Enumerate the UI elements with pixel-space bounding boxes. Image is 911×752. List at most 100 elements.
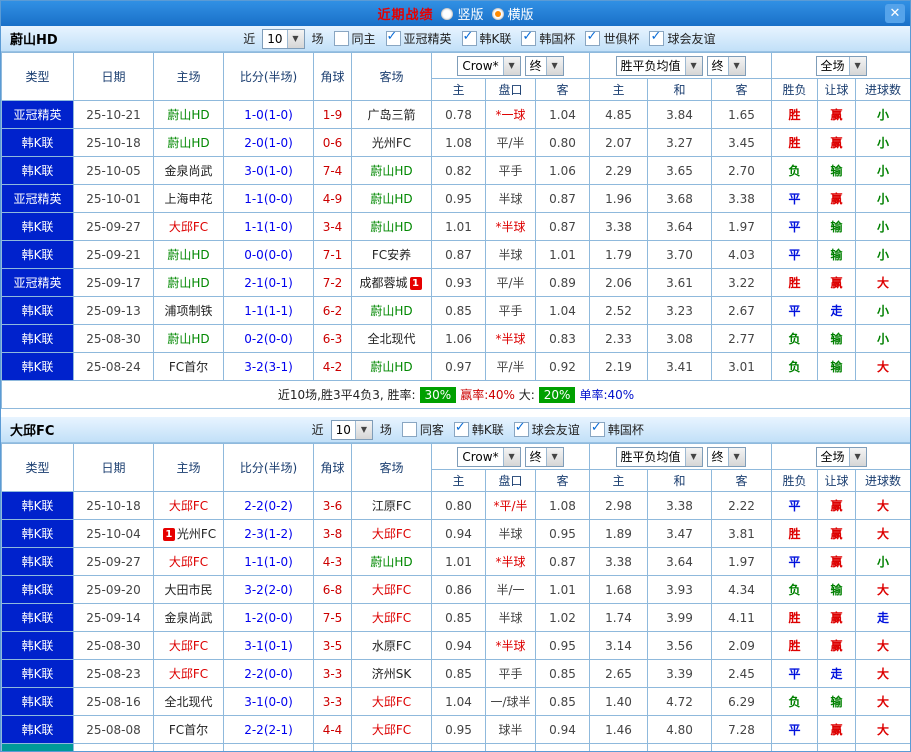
- cell-asian-home: 1.01: [431, 547, 486, 576]
- home-team-name: 大邱FC: [168, 220, 209, 234]
- checkbox-label: 韩国杯: [607, 423, 644, 437]
- col-header: 胜负: [771, 78, 819, 101]
- checkbox-icon: [333, 31, 349, 46]
- cell-date: 25-08-23: [73, 659, 154, 688]
- col-header: 进球数: [855, 78, 910, 101]
- cell-date: 25-09-20: [73, 575, 154, 604]
- cell-corner: 7-2: [313, 268, 352, 297]
- cell-goals-result: 大: [855, 659, 910, 688]
- recent-count-select[interactable]: 10 ▼: [262, 28, 305, 49]
- cell-result: 胜: [771, 603, 819, 632]
- match-row: 韩K联 25-08-16 全北现代 3-1(0-0) 3-3 大邱FC 1.04 一/球半 0.…: [1, 687, 910, 716]
- filter-checkbox[interactable]: 亚冠精英: [385, 29, 452, 47]
- cell-date: 25-08-16: [73, 687, 154, 716]
- cell-goals-result: 小: [855, 212, 910, 241]
- cell-euro-away: 2.70: [710, 156, 773, 185]
- cell-euro-home: 1.79: [589, 240, 648, 269]
- filter-checkbox[interactable]: 韩K联: [461, 29, 511, 47]
- match-row: 韩K联 25-09-27 大邱FC 1-1(1-0) 3-4 蔚山HD 1.01 *半球 0.8…: [1, 212, 910, 241]
- cell-goals-result: 大: [855, 491, 910, 520]
- cell-handicap-result: 输: [817, 575, 857, 604]
- company-select[interactable]: Crow* ▼: [457, 55, 521, 76]
- filter-checkbox[interactable]: 球会友谊: [649, 29, 715, 47]
- filter-checkbox[interactable]: 韩国杯: [589, 420, 644, 438]
- col-header: 比分(半场): [223, 52, 314, 101]
- cell-handicap-result: 赢: [817, 100, 857, 129]
- away-team-name: 大邱FC: [371, 527, 412, 541]
- match-row: 亚冠精英 25-09-17 蔚山HD 2-1(0-1) 7-2 成都蓉城 1 0.93 平/半 0…: [1, 268, 910, 297]
- cell-handicap-result: 赢: [817, 268, 857, 297]
- cell-asian-line: 平手: [485, 156, 536, 185]
- filter-checkbox[interactable]: 韩国杯: [521, 29, 576, 47]
- match-filters: 近 10▼ 场 同客 韩K联 球会友谊 韩国杯: [312, 419, 644, 440]
- cell-goals-result: 小: [855, 296, 910, 325]
- cell-asian-line: *平/半: [485, 491, 536, 520]
- cell-result: 胜: [771, 128, 819, 157]
- cell-type: 韩K联: [1, 715, 74, 744]
- match-row: 亚冠精英 25-10-01 上海申花 1-1(0-0) 4-9 蔚山HD 0.95 半球 0.8…: [1, 184, 910, 213]
- cell-corner: 3-4: [313, 212, 352, 241]
- cell-euro-home: 2.33: [589, 324, 648, 353]
- close-button[interactable]: ✕: [885, 4, 905, 23]
- filter-checkbox[interactable]: 同客: [401, 421, 444, 438]
- chevron-down-icon: ▼: [848, 447, 866, 466]
- checkbox-icon: [585, 29, 601, 46]
- cell-euro-draw: 3.84: [647, 100, 712, 129]
- cell-asian-home: 0.82: [431, 156, 486, 185]
- radio-horizontal[interactable]: 横版: [491, 4, 534, 23]
- cell-home-team: 大邱FC: [153, 212, 224, 241]
- sections-container: 蔚山HD近10▼场同主亚冠精英韩K联韩国杯世俱杯球会友谊类型日期主场比分(半场)…: [1, 26, 910, 751]
- checkbox-icon: [461, 29, 477, 46]
- euro-avg-select[interactable]: 胜平负均值 ▼: [615, 55, 703, 76]
- company-select[interactable]: Crow* ▼: [457, 446, 521, 467]
- cell-goals-result: 小: [855, 156, 910, 185]
- cell-away-team: 大邱FC: [351, 603, 432, 632]
- summary-odd-rate: 单率:40%: [579, 388, 635, 402]
- radio-vertical[interactable]: 竖版: [441, 4, 484, 23]
- chevron-down-icon: ▼: [684, 56, 702, 75]
- col-header: 角球: [313, 443, 352, 492]
- scope-select[interactable]: 全场 ▼: [815, 55, 867, 76]
- close-icon: ✕: [889, 6, 901, 21]
- checkbox-label: 韩国杯: [539, 32, 576, 46]
- cell-asian-home: 0.95: [431, 184, 486, 213]
- cell-asian-away: 0.92: [535, 352, 590, 381]
- filter-checkbox[interactable]: 世俱杯: [585, 29, 639, 47]
- scope-select-value: 全场: [820, 59, 845, 73]
- filter-checkbox[interactable]: 韩K联: [453, 420, 504, 438]
- team-name: 蔚山HD: [10, 33, 58, 48]
- asian-final-select[interactable]: 终 ▼: [524, 55, 564, 76]
- euro-avg-select[interactable]: 胜平负均值 ▼: [615, 446, 703, 467]
- cell-away-team: FC安养: [351, 240, 432, 269]
- cell-euro-home: 2.65: [589, 659, 648, 688]
- cell-euro-away: 1.97: [710, 547, 773, 576]
- cell-euro-home: 2.52: [589, 296, 648, 325]
- col-header: 主: [431, 78, 486, 101]
- cell-date: 25-08-08: [73, 715, 154, 744]
- match-row: 韩K联 25-09-20 大田市民 3-2(2-0) 6-8 大邱FC 0.86 半/一 1.0…: [1, 575, 910, 604]
- cell-type: 亚冠精英: [1, 268, 74, 297]
- home-team-name: 金泉尚武: [164, 164, 213, 178]
- euro-final-select[interactable]: 终 ▼: [706, 446, 746, 467]
- cell-corner: 7-5: [313, 603, 352, 632]
- scope-select[interactable]: 全场 ▼: [815, 446, 867, 467]
- filter-checkbox[interactable]: 球会友谊: [513, 420, 580, 438]
- cell-type: 韩K联: [1, 575, 74, 604]
- cell-goals-result: 小: [855, 100, 910, 129]
- euro-final-select[interactable]: 终 ▼: [706, 55, 746, 76]
- cell-euro-away: 2.09: [710, 631, 773, 660]
- asian-odds-header: Crow* ▼ 终 ▼: [431, 52, 590, 79]
- cell-euro-home: 1.40: [589, 687, 648, 716]
- filter-checkbox[interactable]: 同主: [333, 30, 376, 47]
- cell-euro-home: 3.38: [589, 212, 648, 241]
- cell-type: 韩K联: [1, 603, 74, 632]
- col-header: 日期: [73, 52, 154, 101]
- cell-corner: 4-2: [313, 352, 352, 381]
- recent-count-select[interactable]: 10 ▼: [330, 419, 373, 440]
- asian-final-select[interactable]: 终 ▼: [524, 446, 564, 467]
- cell-goals-result: 大: [855, 575, 910, 604]
- cell-asian-away: 0.85: [535, 659, 590, 688]
- checkbox-icon: [513, 420, 529, 437]
- match-filters: 近 10▼ 场 同主 亚冠精英 韩K联 韩国杯 世俱杯 球会友谊: [243, 28, 715, 49]
- cell-away-team: 蔚山HD: [351, 212, 432, 241]
